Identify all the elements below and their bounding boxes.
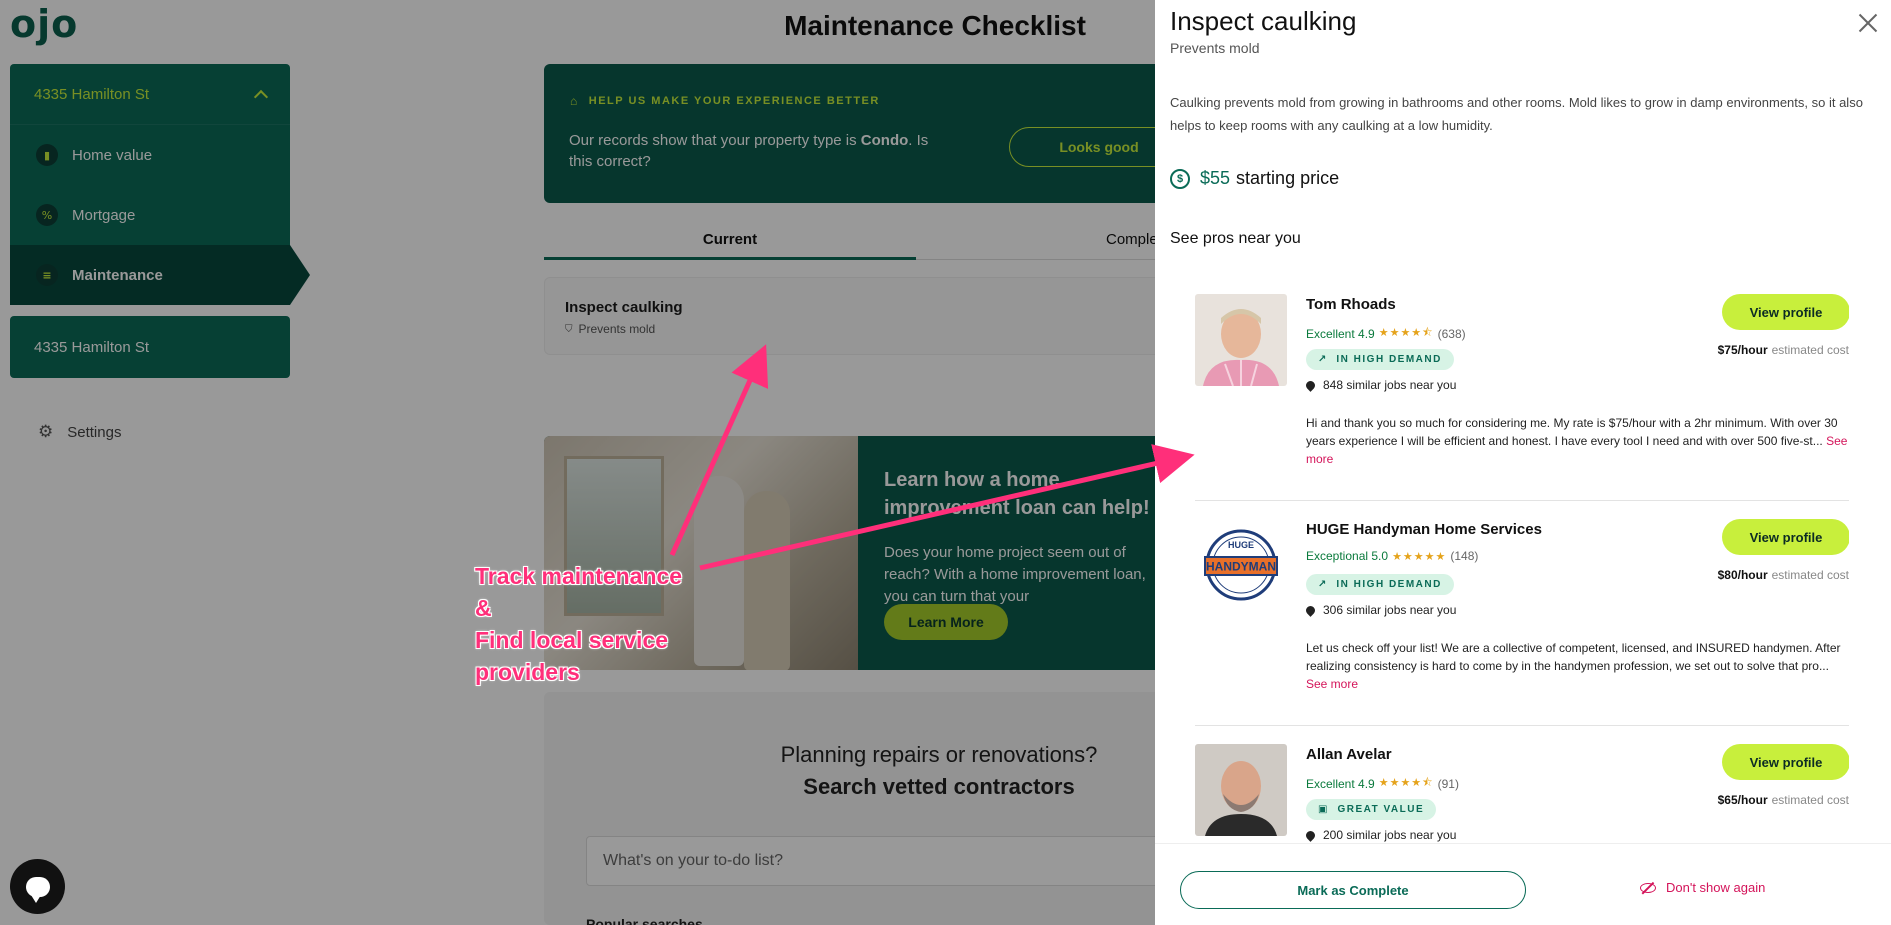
- annotation-line: Track maintenance: [475, 563, 683, 589]
- drawer-footer: Mark as Complete Don't show again: [1155, 843, 1891, 925]
- map-pin-icon: [1304, 828, 1317, 842]
- pro-name[interactable]: Allan Avelar: [1306, 746, 1392, 763]
- pros-list[interactable]: Tom Rhoads Excellent 4.9 ★★★★⯪ (638) ↗ I…: [1195, 276, 1849, 843]
- review-count: (638): [1437, 326, 1466, 341]
- drawer-subtitle: Prevents mold: [1170, 40, 1260, 56]
- pro-card: Allan Avelar Excellent 4.9 ★★★★⯪ (91) ▣ …: [1195, 726, 1849, 843]
- jobs-nearby: 306 similar jobs near you: [1304, 603, 1457, 617]
- rate-label: estimated cost: [1771, 568, 1849, 582]
- see-pros-heading: See pros near you: [1170, 230, 1301, 247]
- price-label: starting price: [1236, 168, 1340, 188]
- view-profile-button[interactable]: View profile: [1722, 294, 1849, 330]
- jobs-nearby: 200 similar jobs near you: [1304, 828, 1457, 842]
- estimated-rate: $75/hour estimated cost: [1718, 343, 1849, 357]
- bio-text: Hi and thank you so much for considering…: [1306, 416, 1838, 448]
- dont-show-label: Don't show again: [1666, 880, 1766, 895]
- drawer-title: Inspect caulking: [1170, 6, 1357, 36]
- estimated-rate: $80/hour estimated cost: [1718, 568, 1849, 582]
- eye-off-icon: [1640, 882, 1656, 893]
- promo-annotation: Track maintenance & Find local service p…: [475, 560, 682, 688]
- handyman-logo-top: HUGE: [1228, 540, 1254, 550]
- jobs-count: 306 similar jobs near you: [1323, 603, 1457, 617]
- pro-card: HANDYMAN HUGE HUGE Handyman Home Service…: [1195, 501, 1849, 726]
- dont-show-again-link[interactable]: Don't show again: [1640, 880, 1765, 895]
- map-pin-icon: [1304, 603, 1317, 617]
- pro-rating: Excellent 4.9 ★★★★⯪ (91): [1306, 774, 1459, 793]
- avatar: [1195, 744, 1287, 836]
- star-rating-icon: ★★★★★: [1392, 549, 1447, 563]
- price-amount: $55: [1200, 168, 1231, 188]
- pro-rating: Excellent 4.9 ★★★★⯪ (638): [1306, 324, 1466, 343]
- view-profile-button[interactable]: View profile: [1722, 744, 1849, 780]
- annotation-line: providers: [475, 659, 580, 685]
- hourly-rate: $65/hour: [1717, 793, 1768, 807]
- see-more-link[interactable]: See more: [1306, 677, 1358, 691]
- chat-bubble-icon: [25, 876, 50, 903]
- jobs-count: 848 similar jobs near you: [1323, 378, 1457, 392]
- avatar: HANDYMAN HUGE: [1195, 519, 1287, 611]
- close-icon[interactable]: [1857, 12, 1879, 34]
- pro-bio: Hi and thank you so much for considering…: [1306, 414, 1849, 468]
- star-rating-icon: ★★★★⯪: [1378, 776, 1434, 789]
- annotation-line: Find local service: [475, 627, 669, 653]
- bio-text: Let us check off your list! We are a col…: [1306, 641, 1841, 673]
- badge-label: IN HIGH DEMAND: [1336, 579, 1442, 590]
- status-badge: ▣ GREAT VALUE: [1306, 799, 1437, 820]
- pro-name[interactable]: HUGE Handyman Home Services: [1306, 521, 1542, 538]
- avatar: [1195, 294, 1287, 386]
- hourly-rate: $80/hour: [1717, 568, 1768, 582]
- hourly-rate: $75/hour: [1717, 343, 1768, 357]
- coin-icon: $: [1170, 168, 1190, 189]
- map-pin-icon: [1304, 378, 1317, 392]
- pro-name[interactable]: Tom Rhoads: [1306, 296, 1396, 313]
- mark-complete-button[interactable]: Mark as Complete: [1180, 871, 1526, 909]
- starting-price: $ $55 starting price: [1170, 168, 1339, 189]
- badge-label: IN HIGH DEMAND: [1336, 354, 1442, 365]
- jobs-nearby: 848 similar jobs near you: [1304, 378, 1457, 392]
- task-detail-drawer: Inspect caulking Prevents mold Caulking …: [1155, 0, 1891, 925]
- handyman-logo-text: HANDYMAN: [1206, 560, 1276, 574]
- pro-bio: Let us check off your list! We are a col…: [1306, 639, 1849, 693]
- jobs-count: 200 similar jobs near you: [1323, 828, 1457, 842]
- star-rating-icon: ★★★★⯪: [1378, 326, 1434, 339]
- chat-button[interactable]: [10, 859, 65, 914]
- rating-label: Exceptional 5.0: [1306, 549, 1389, 563]
- status-badge: ↗ IN HIGH DEMAND: [1306, 349, 1454, 370]
- review-count: (91): [1437, 776, 1459, 791]
- rate-label: estimated cost: [1771, 793, 1849, 807]
- tag-icon: ▣: [1318, 804, 1328, 815]
- rating-label: Excellent 4.9: [1306, 776, 1375, 791]
- review-count: (148): [1450, 549, 1479, 563]
- pro-card: Tom Rhoads Excellent 4.9 ★★★★⯪ (638) ↗ I…: [1195, 276, 1849, 501]
- pro-rating: Exceptional 5.0 ★★★★★ (148): [1306, 549, 1478, 563]
- trending-up-icon: ↗: [1318, 354, 1327, 365]
- rating-label: Excellent 4.9: [1306, 326, 1375, 341]
- view-profile-button[interactable]: View profile: [1722, 519, 1849, 555]
- rate-label: estimated cost: [1771, 343, 1849, 357]
- status-badge: ↗ IN HIGH DEMAND: [1306, 574, 1454, 595]
- estimated-rate: $65/hour estimated cost: [1718, 793, 1849, 807]
- task-description: Caulking prevents mold from growing in b…: [1170, 95, 1863, 133]
- trending-up-icon: ↗: [1318, 579, 1327, 590]
- badge-label: GREAT VALUE: [1337, 804, 1425, 815]
- annotation-line: &: [475, 595, 492, 621]
